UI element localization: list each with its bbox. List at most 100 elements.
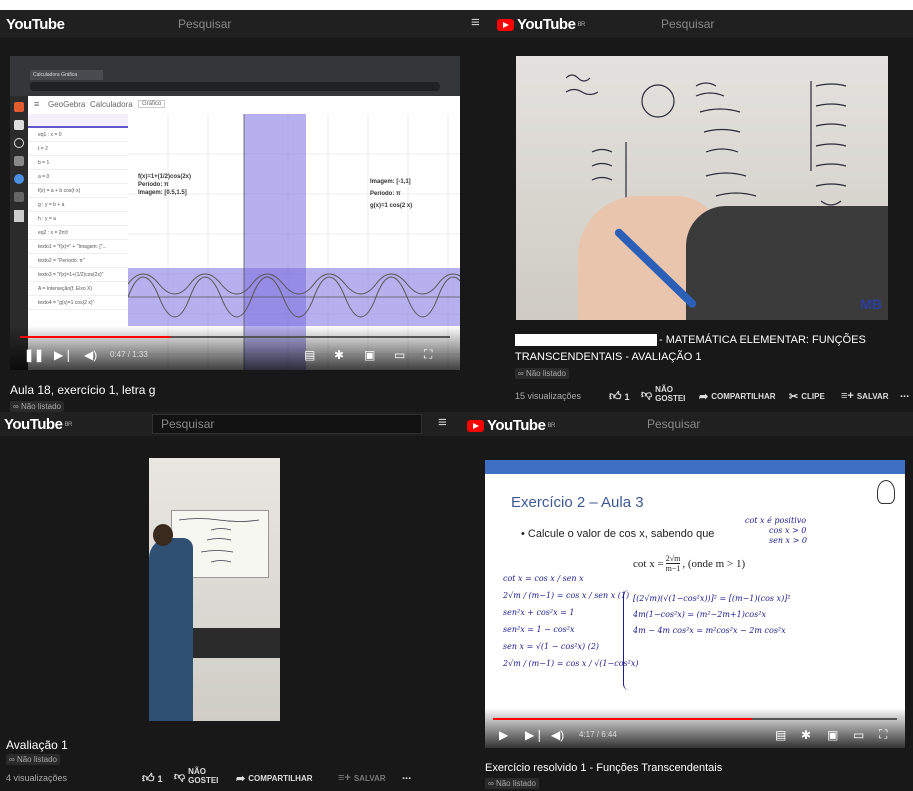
scissors-icon: ✂	[789, 391, 799, 403]
algebra-row[interactable]: eq2 : x = 2π/t	[28, 226, 128, 240]
video-player[interactable]	[149, 458, 280, 721]
miniplayer-icon[interactable]: ▣	[364, 348, 375, 362]
next-icon[interactable]: ▶❘	[525, 728, 544, 742]
sidebar-icon-3[interactable]	[14, 138, 24, 148]
fullscreen-icon[interactable]: ⛶	[879, 727, 887, 742]
sidebar-icon-2[interactable]	[14, 120, 24, 130]
sidebar-icon-7[interactable]	[14, 210, 24, 222]
thumbs-down-icon: 👎︎	[174, 770, 186, 783]
youtube-logo[interactable]: YouTube BR	[497, 16, 585, 33]
yt-header: ≡ YouTube BR Pesquisar	[463, 10, 913, 38]
clip-label: CLIPE	[801, 392, 825, 401]
note-r6: 4m − 4m cos²x = m²cos²x − 2m cos²x	[633, 626, 786, 635]
share-icon: ➦	[699, 391, 709, 403]
yt-header: YouTube BR Pesquisar ≡	[0, 412, 463, 436]
algebra-row[interactable]: g : y = b + a	[28, 198, 128, 212]
search-input[interactable]: Pesquisar	[639, 414, 913, 434]
note-5: sen x = √(1 − cos²x) (2)	[503, 642, 600, 651]
clip-button[interactable]: ✂ CLIPE	[789, 390, 825, 403]
subtitles-icon[interactable]: ▤	[775, 728, 786, 742]
link-icon: ∞	[9, 755, 17, 764]
note-r3: sen x > 0	[769, 536, 807, 545]
algebra-row[interactable]: eq1 : x = 0	[28, 128, 128, 142]
sidebar-icon-6[interactable]	[14, 192, 24, 202]
logo-text: YouTube	[4, 416, 63, 433]
unlisted-badge: ∞ Não listado	[10, 401, 64, 412]
volume-icon[interactable]: ◀)	[551, 728, 564, 742]
youtube-play-icon	[497, 18, 514, 31]
algebra-row[interactable]: texto3 = "f(x)=1+(1/2)cos(2x)"	[28, 268, 128, 282]
algebra-row[interactable]: b = 1	[28, 156, 128, 170]
share-button[interactable]: ➦ COMPARTILHAR	[236, 772, 313, 785]
search-input[interactable]: Pesquisar	[152, 414, 422, 434]
like-count: 1	[157, 773, 163, 784]
search-input[interactable]: Pesquisar	[170, 13, 450, 35]
video-player[interactable]: Calculadora Gráfica ≡ GeoGebra Calculado…	[10, 56, 460, 370]
progress-bar[interactable]	[20, 336, 450, 338]
algebra-row[interactable]: t = 2	[28, 142, 128, 156]
dislike-button[interactable]: 👎︎ NÃO GOSTEI	[641, 385, 685, 403]
progress-bar[interactable]	[493, 718, 897, 720]
settings-icon[interactable]: ✱	[334, 348, 344, 362]
note-4: sen²x = 1 − cos²x	[503, 625, 575, 634]
algebra-row[interactable]: A = Interseção(f, Eixo X)	[28, 282, 128, 296]
algebra-row[interactable]: texto1 = "f(x)=" + "Imagem: ["...	[28, 240, 128, 254]
play-icon[interactable]: ▶	[499, 728, 508, 742]
address-bar[interactable]	[30, 82, 440, 91]
browser-tab[interactable]: Calculadora Gráfica	[30, 70, 103, 80]
subtitles-icon[interactable]: ▤	[304, 348, 315, 362]
algebra-row[interactable]: f(x) = a + b cos(t·x)	[28, 184, 128, 198]
tool-selector[interactable]: Gráfico	[138, 100, 166, 108]
yt-header: YouTube BR Pesquisar	[463, 412, 913, 436]
note-r4: [(2√m)(√(1−cos²x))]² = [(m−1)(cos x)]²	[633, 594, 791, 603]
pause-icon[interactable]: ❚❚	[24, 348, 44, 362]
more-button[interactable]: ...	[900, 388, 909, 400]
dislike-button[interactable]: 👎︎ NÃO GOSTEI	[174, 767, 218, 785]
algebra-row[interactable]: h : y = a	[28, 212, 128, 226]
youtube-logo[interactable]: YouTube	[6, 16, 65, 33]
share-icon: ➦	[236, 773, 246, 785]
menu-icon[interactable]: ≡	[471, 14, 480, 31]
unlisted-label: Não listado	[495, 779, 536, 788]
youtube-logo[interactable]: YouTube BR	[467, 417, 555, 434]
sidebar-icon-4[interactable]	[14, 156, 24, 166]
fullscreen-icon[interactable]: ⛶	[424, 347, 432, 362]
menu-icon[interactable]: ≡	[438, 414, 447, 431]
save-label: SALVAR	[353, 773, 386, 783]
like-button[interactable]: 👍︎ 1	[609, 389, 630, 404]
thumbs-up-icon: 👍︎	[142, 771, 155, 785]
algebra-row[interactable]: a = 0	[28, 170, 128, 184]
more-button[interactable]: ...	[402, 770, 411, 782]
algebra-row[interactable]: texto2 = "Período: π"	[28, 254, 128, 268]
sleeve	[686, 206, 888, 320]
geogebra-app: Calculadora	[90, 100, 133, 109]
next-icon[interactable]: ▶❘	[54, 348, 73, 362]
sidebar-icon-1[interactable]	[14, 102, 24, 112]
video-player[interactable]: MB	[516, 56, 888, 320]
thumbs-down-icon: 👎︎	[641, 388, 653, 401]
share-button[interactable]: ➦ COMPARTILHAR	[699, 390, 776, 403]
controls-gradient	[10, 326, 460, 370]
redacted-channel	[515, 334, 657, 346]
volume-icon[interactable]: ◀)	[84, 348, 97, 362]
like-button[interactable]: 👍︎ 1	[142, 771, 163, 786]
theater-icon[interactable]: ▭	[394, 348, 405, 362]
sidebar-icon-5[interactable]	[14, 174, 24, 184]
save-button[interactable]: ≡+ SALVAR	[338, 772, 386, 784]
settings-icon[interactable]: ✱	[801, 728, 811, 742]
time-display: 4:17 / 6:44	[579, 730, 617, 739]
graph-label-left: f(x)=1+(1/2)cos(2x) Período: π Imagem: […	[138, 173, 191, 197]
video-player[interactable]: Exercício 2 – Aula 3 • Calcule o valor d…	[485, 460, 905, 748]
search-placeholder: Pesquisar	[178, 17, 232, 31]
algebra-row[interactable]: texto4 = "g(x)=1 cos(2 x)"	[28, 296, 128, 310]
youtube-logo[interactable]: YouTube BR	[4, 416, 72, 433]
search-input[interactable]: Pesquisar	[653, 13, 913, 35]
formula-den: m−1	[665, 564, 681, 573]
miniplayer-icon[interactable]: ▣	[827, 728, 838, 742]
theater-icon[interactable]: ▭	[853, 728, 864, 742]
save-button[interactable]: ≡+ SALVAR	[841, 390, 889, 402]
slide-bullet: • Calcule o valor de cos x, sabendo que	[521, 528, 715, 540]
menu-icon[interactable]: ≡	[34, 99, 39, 109]
progress-fill	[20, 336, 171, 338]
share-label: COMPARTILHAR	[711, 392, 776, 401]
